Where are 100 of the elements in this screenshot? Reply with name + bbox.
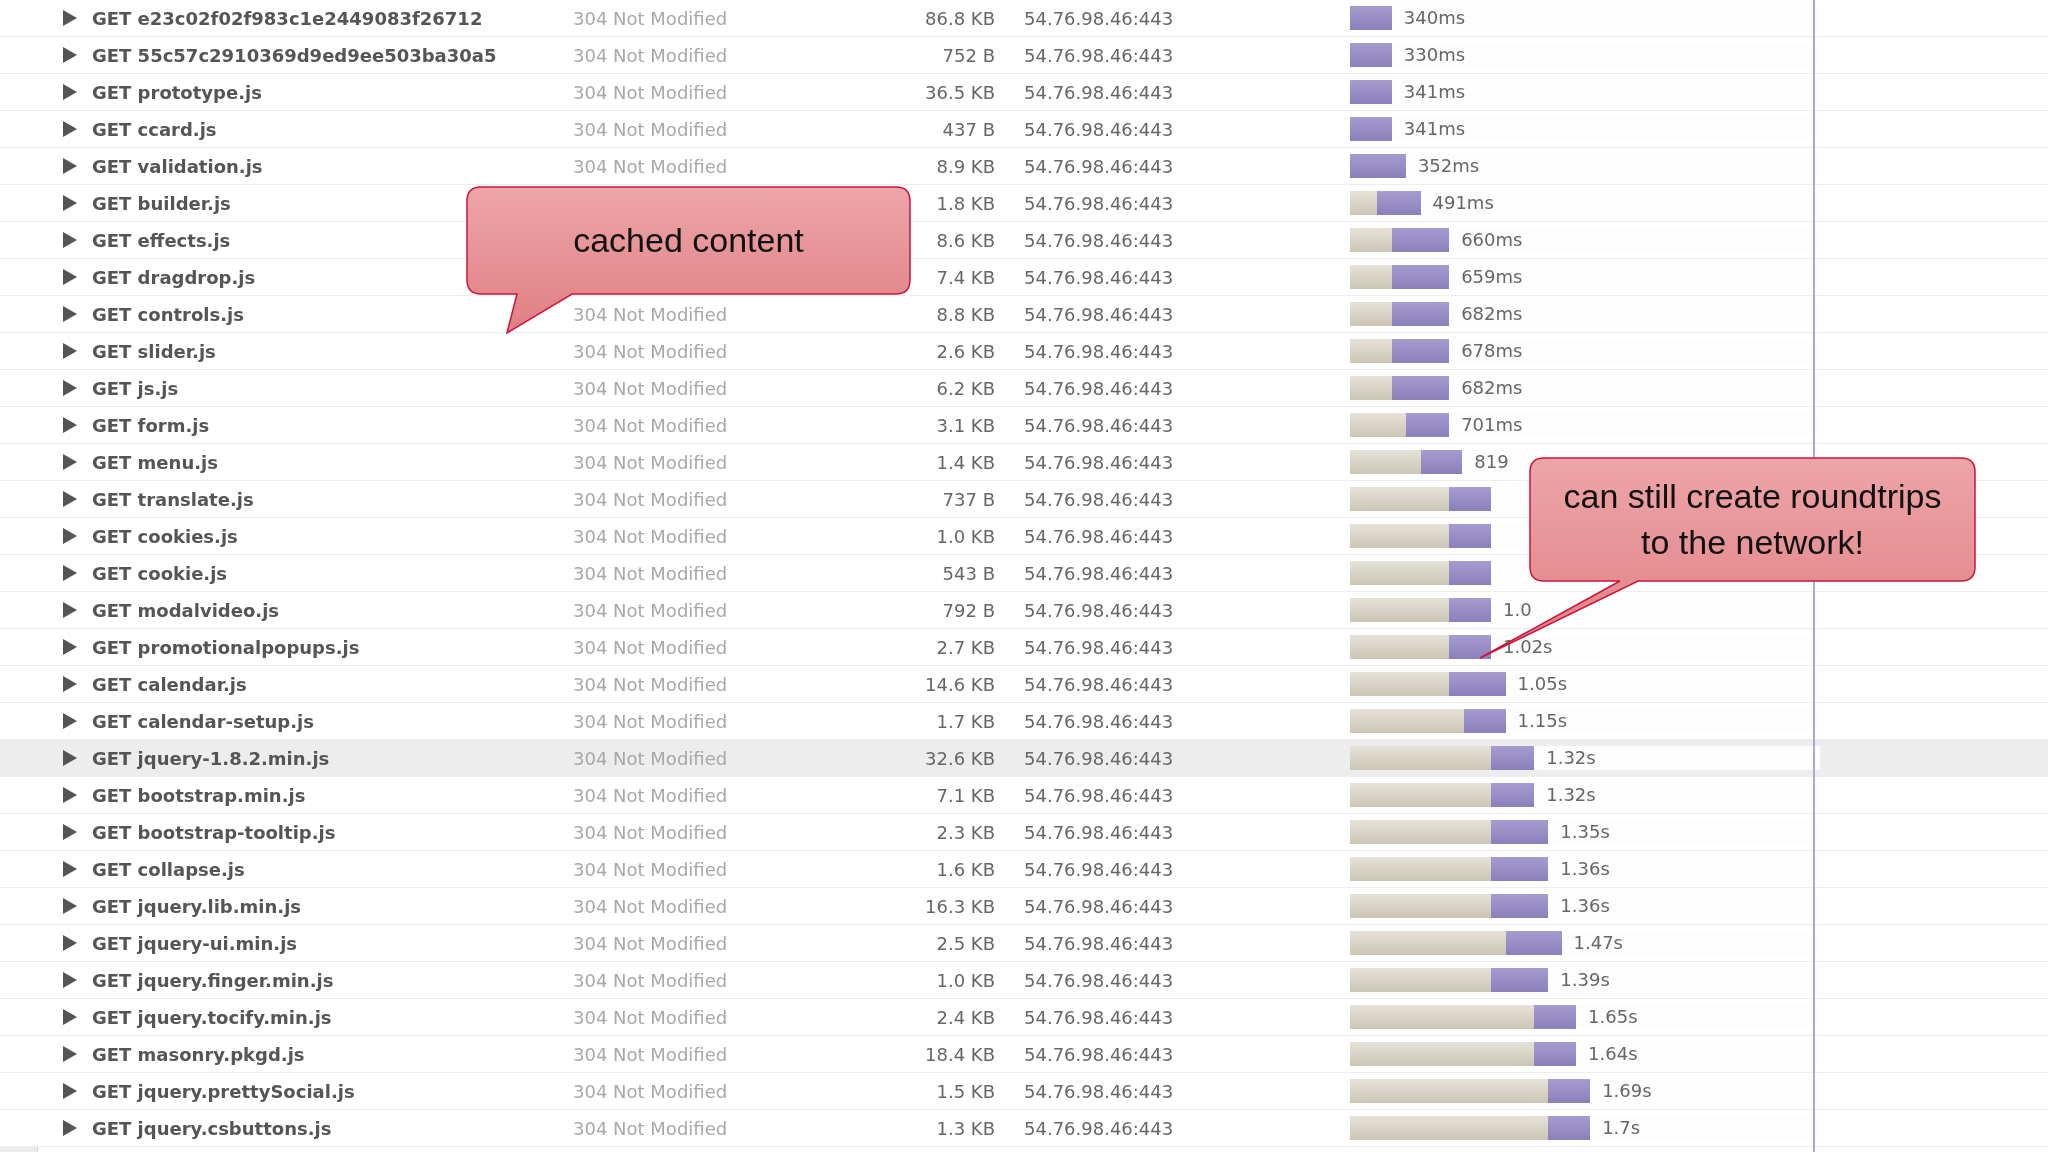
request-row[interactable]: GET form.js 304 Not Modified 3.1 KB 54.76.98.46:443 701ms bbox=[0, 407, 2048, 444]
request-row[interactable]: GET modalvideo.js 304 Not Modified 792 B 54.76.98.46:443 1.0 bbox=[0, 592, 2048, 629]
response-size: 32.6 KB bbox=[924, 747, 995, 769]
expand-triangle-icon[interactable] bbox=[62, 194, 78, 212]
request-status: 304 Not Modified bbox=[573, 155, 729, 177]
expand-triangle-icon[interactable] bbox=[62, 1045, 78, 1063]
response-size: 2.4 KB bbox=[935, 1006, 995, 1028]
response-size: 2.5 KB bbox=[935, 932, 995, 954]
remote-address: 54.76.98.46:443 bbox=[1023, 414, 1175, 436]
request-row[interactable]: GET bootstrap.min.js 304 Not Modified 7.1 KB 54.76.98.46:443 1.32s bbox=[0, 777, 2048, 814]
expand-triangle-icon[interactable] bbox=[62, 601, 78, 619]
expand-triangle-icon[interactable] bbox=[62, 1008, 78, 1026]
response-size: 2.7 KB bbox=[935, 636, 995, 658]
response-size: 437 B bbox=[941, 118, 995, 140]
remote-address: 54.76.98.46:443 bbox=[1023, 969, 1175, 991]
duration-label: 352ms bbox=[1417, 155, 1480, 176]
request-status: 304 Not Modified bbox=[573, 710, 729, 732]
response-size: 1.5 KB bbox=[935, 1080, 995, 1102]
remote-address: 54.76.98.46:443 bbox=[1023, 7, 1175, 29]
expand-triangle-icon[interactable] bbox=[62, 823, 78, 841]
expand-triangle-icon[interactable] bbox=[62, 342, 78, 360]
expand-triangle-icon[interactable] bbox=[62, 305, 78, 323]
request-row[interactable]: GET ccard.js 304 Not Modified 437 B 54.76.98.46:443 341ms bbox=[0, 111, 2048, 148]
expand-triangle-icon[interactable] bbox=[62, 46, 78, 64]
request-status: 304 Not Modified bbox=[573, 895, 729, 917]
request-row[interactable]: GET jquery.lib.min.js 304 Not Modified 16.3 KB 54.76.98.46:443 1.36s bbox=[0, 888, 2048, 925]
request-row[interactable]: GET validation.js 304 Not Modified 8.9 KB 54.76.98.46:443 352ms bbox=[0, 148, 2048, 185]
expand-triangle-icon[interactable] bbox=[62, 157, 78, 175]
response-size: 8.8 KB bbox=[935, 303, 995, 325]
duration-label: 659ms bbox=[1461, 266, 1523, 287]
expand-triangle-icon[interactable] bbox=[62, 490, 78, 508]
duration-label: 1.7s bbox=[1602, 1117, 1641, 1138]
request-row[interactable]: GET jquery.finger.min.js 304 Not Modified 1.0 KB 54.76.98.46:443 1.39s bbox=[0, 962, 2048, 999]
request-name: GET jquery-ui.min.js bbox=[92, 932, 299, 954]
request-row[interactable]: GET calendar.js 304 Not Modified 14.6 KB 54.76.98.46:443 1.05s bbox=[0, 666, 2048, 703]
request-name: GET 55c57c2910369d9ed9ee503ba30a5 bbox=[92, 44, 498, 66]
remote-address: 54.76.98.46:443 bbox=[1023, 525, 1175, 547]
expand-triangle-icon[interactable] bbox=[62, 749, 78, 767]
response-size: 1.0 KB bbox=[935, 525, 995, 547]
request-row[interactable]: GET slider.js 304 Not Modified 2.6 KB 54.76.98.46:443 678ms bbox=[0, 333, 2048, 370]
request-row[interactable]: GET bootstrap-tooltip.js 304 Not Modified 2.3 KB 54.76.98.46:443 1.35s bbox=[0, 814, 2048, 851]
expand-triangle-icon[interactable] bbox=[62, 379, 78, 397]
request-row[interactable]: GET masonry.pkgd.js 304 Not Modified 18.4 KB 54.76.98.46:443 1.64s bbox=[0, 1036, 2048, 1073]
expand-triangle-icon[interactable] bbox=[62, 564, 78, 582]
expand-triangle-icon[interactable] bbox=[62, 1082, 78, 1100]
duration-label: 341ms bbox=[1403, 118, 1466, 139]
expand-triangle-icon[interactable] bbox=[62, 416, 78, 434]
request-name: GET jquery.lib.min.js bbox=[92, 895, 302, 917]
request-row[interactable]: GET js.js 304 Not Modified 6.2 KB 54.76.98.46:443 682ms bbox=[0, 370, 2048, 407]
expand-triangle-icon[interactable] bbox=[62, 860, 78, 878]
request-row[interactable]: GET jquery.tocify.min.js 304 Not Modified 2.4 KB 54.76.98.46:443 1.65s bbox=[0, 999, 2048, 1036]
request-row[interactable]: GET 55c57c2910369d9ed9ee503ba30a5 304 Not Modified 752 B 54.76.98.46:443 330ms bbox=[0, 37, 2048, 74]
remote-address: 54.76.98.46:443 bbox=[1023, 599, 1175, 621]
request-name: GET masonry.pkgd.js bbox=[92, 1043, 306, 1065]
expand-triangle-icon[interactable] bbox=[62, 453, 78, 471]
request-row[interactable]: GET prototype.js 304 Not Modified 36.5 KB 54.76.98.46:443 341ms bbox=[0, 74, 2048, 111]
expand-triangle-icon[interactable] bbox=[62, 971, 78, 989]
request-name: GET jquery.finger.min.js bbox=[92, 969, 335, 991]
expand-triangle-icon[interactable] bbox=[62, 638, 78, 656]
expand-triangle-icon[interactable] bbox=[62, 1119, 78, 1137]
request-row[interactable]: GET jquery-ui.min.js 304 Not Modified 2.5 KB 54.76.98.46:443 1.47s bbox=[0, 925, 2048, 962]
expand-triangle-icon[interactable] bbox=[62, 268, 78, 286]
expand-triangle-icon[interactable] bbox=[62, 934, 78, 952]
duration-label: 682ms bbox=[1461, 377, 1523, 398]
request-name: GET e23c02f02f983c1e2449083f26712 bbox=[92, 7, 484, 29]
expand-triangle-icon[interactable] bbox=[62, 675, 78, 693]
expand-triangle-icon[interactable] bbox=[62, 120, 78, 138]
expand-triangle-icon[interactable] bbox=[62, 9, 78, 27]
request-name: GET form.js bbox=[92, 414, 211, 436]
request-row[interactable]: GET jquery.prettySocial.js 304 Not Modified 1.5 KB 54.76.98.46:443 1.69s bbox=[0, 1073, 2048, 1110]
remote-address: 54.76.98.46:443 bbox=[1023, 1043, 1175, 1065]
response-size: 737 B bbox=[941, 488, 995, 510]
expand-triangle-icon[interactable] bbox=[62, 897, 78, 915]
expand-triangle-icon[interactable] bbox=[62, 712, 78, 730]
response-size: 7.4 KB bbox=[935, 266, 995, 288]
expand-triangle-icon[interactable] bbox=[62, 527, 78, 545]
remote-address: 54.76.98.46:443 bbox=[1023, 81, 1175, 103]
request-row[interactable]: GET calendar-setup.js 304 Not Modified 1.7 KB 54.76.98.46:443 1.15s bbox=[0, 703, 2048, 740]
request-row[interactable]: GET controls.js 304 Not Modified 8.8 KB 54.76.98.46:443 682ms bbox=[0, 296, 2048, 333]
request-status: 304 Not Modified bbox=[573, 451, 729, 473]
request-row[interactable]: GET promotionalpopups.js 304 Not Modified 2.7 KB 54.76.98.46:443 1.02s bbox=[0, 629, 2048, 666]
remote-address: 54.76.98.46:443 bbox=[1023, 118, 1175, 140]
request-row[interactable]: GET collapse.js 304 Not Modified 1.6 KB 54.76.98.46:443 1.36s bbox=[0, 851, 2048, 888]
request-row[interactable]: GET e23c02f02f983c1e2449083f26712 304 Not Modified 86.8 KB 54.76.98.46:443 340ms bbox=[0, 0, 2048, 37]
request-name: GET calendar.js bbox=[92, 673, 248, 695]
request-status: 304 Not Modified bbox=[573, 340, 729, 362]
remote-address: 54.76.98.46:443 bbox=[1023, 562, 1175, 584]
request-row[interactable]: GET jquery.csbuttons.js 304 Not Modified 1.3 KB 54.76.98.46:443 1.7s bbox=[0, 1110, 2048, 1147]
request-name: GET validation.js bbox=[92, 155, 264, 177]
request-status: 304 Not Modified bbox=[573, 377, 729, 399]
request-name: GET jquery.csbuttons.js bbox=[92, 1117, 333, 1139]
request-status: 304 Not Modified bbox=[573, 932, 729, 954]
response-size: 86.8 KB bbox=[924, 7, 995, 29]
request-status: 304 Not Modified bbox=[573, 636, 729, 658]
request-name: GET ccard.js bbox=[92, 118, 218, 140]
request-name: GET bootstrap.min.js bbox=[92, 784, 307, 806]
expand-triangle-icon[interactable] bbox=[62, 231, 78, 249]
expand-triangle-icon[interactable] bbox=[62, 786, 78, 804]
expand-triangle-icon[interactable] bbox=[62, 83, 78, 101]
request-name: GET jquery-1.8.2.min.js bbox=[92, 747, 331, 769]
